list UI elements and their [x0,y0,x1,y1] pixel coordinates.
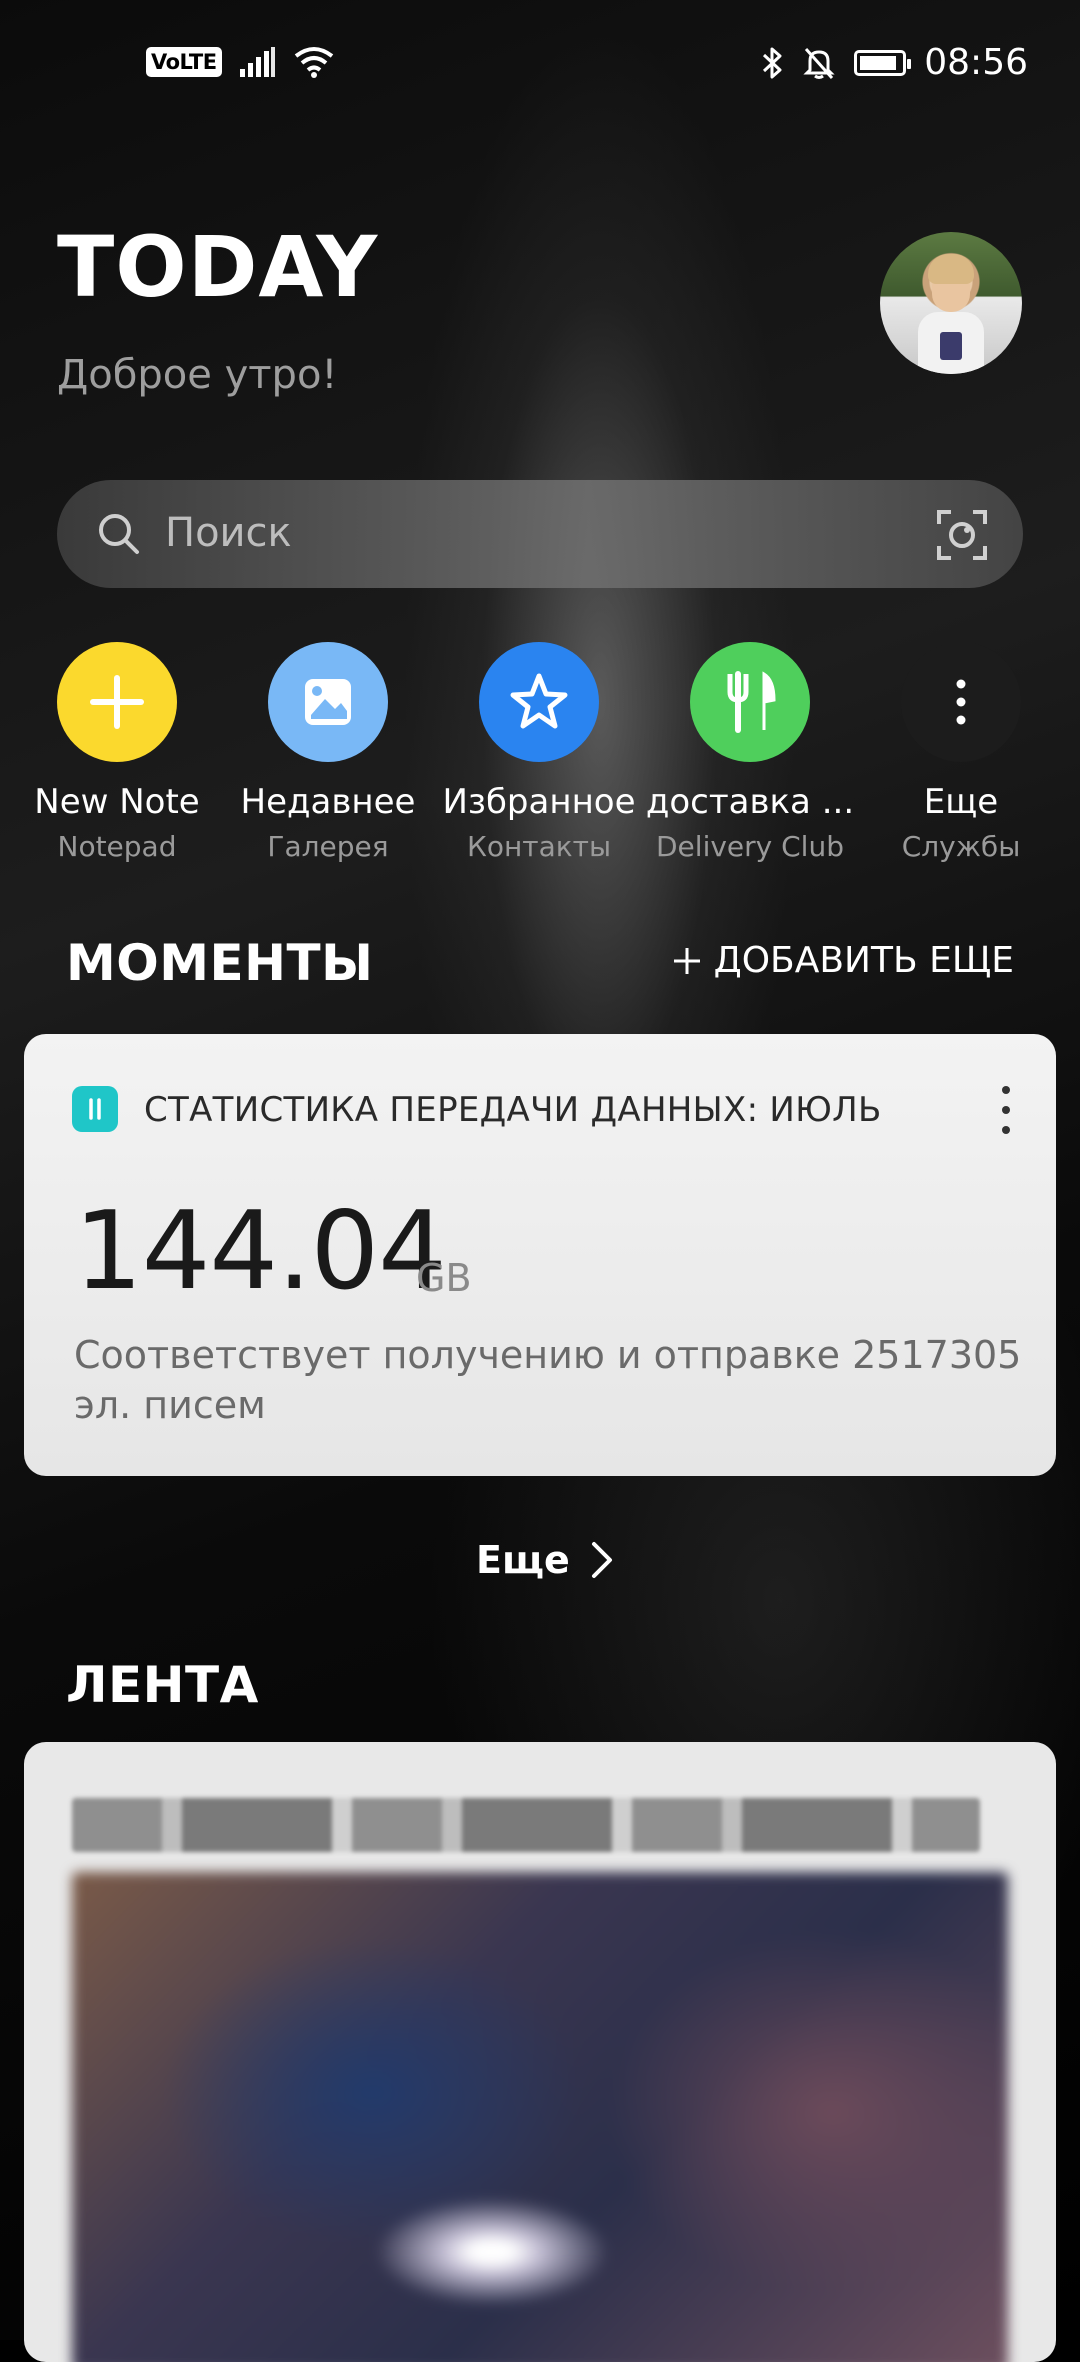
data-usage-card[interactable]: СТАТИСТИКА ПЕРЕДАЧИ ДАННЫХ: ИЮЛЬ 144.04 … [24,1034,1056,1476]
fork-knife-icon [727,671,776,733]
shortcut-sublabel: Галерея [267,830,389,863]
status-time: 08:56 [924,42,1028,83]
shortcut-new-note[interactable]: New Note Notepad [12,642,222,863]
gallery-icon [305,679,351,725]
search-bar[interactable]: Поиск [57,480,1023,588]
battery-fill [860,55,896,70]
battery-icon [854,49,912,76]
greeting-text: Доброе утро! [57,352,338,398]
avatar-hair [928,254,974,284]
data-usage-app-icon [72,1086,118,1132]
status-bar: VoLTE 08:56 [0,0,1080,130]
camera-scan-icon[interactable] [935,508,989,562]
page-title: TODAY [57,218,379,316]
chevron-right-icon [591,1542,612,1578]
arrows-up-down-icon [89,1098,101,1120]
feed-card[interactable] [24,1742,1056,2362]
status-bar-right: 08:56 [760,42,1028,83]
feed-image-blurred [72,1872,1008,2362]
shortcut-more-services[interactable]: Еще Службы [856,642,1066,863]
add-more-button[interactable]: ДОБАВИТЬ ЕЩЕ [672,940,1014,981]
shortcut-label: New Note [34,782,200,822]
bluetooth-icon [763,47,782,78]
moments-section-title: МОМЕНТЫ [66,934,374,992]
shortcut-sublabel: Notepad [57,830,177,863]
shortcut-icon-circle [57,642,177,762]
shortcut-delivery-club[interactable]: доставка ... Delivery Club [645,642,855,863]
shortcut-recent-gallery[interactable]: Недавнее Галерея [223,642,433,863]
more-moments-label: Еще [476,1538,570,1582]
shortcut-sublabel: Службы [901,830,1021,863]
plus-icon [90,675,144,729]
shortcut-label: Еще [923,782,999,822]
search-icon [99,514,139,554]
shortcut-sublabel: Контакты [466,830,612,863]
shortcut-label: Избранное [442,782,636,822]
star-icon [510,673,568,729]
shortcut-icon-circle [479,642,599,762]
shortcut-label: Недавнее [240,782,416,822]
more-vertical-icon [956,679,966,725]
avatar[interactable] [880,232,1022,374]
shortcut-sublabel: Delivery Club [656,830,844,863]
shortcut-label: доставка ... [645,782,855,822]
plus-icon [673,947,700,974]
more-vertical-icon[interactable] [996,1080,1016,1140]
add-more-label: ДОБАВИТЬ ЕЩЕ [713,940,1014,981]
signal-icon [239,47,275,77]
shortcut-icon-circle [690,642,810,762]
feed-headline-blurred [72,1798,980,1852]
data-usage-value: 144.04 [74,1189,447,1314]
bell-muted-icon [803,47,835,79]
feed-section-title: ЛЕНТА [66,1656,259,1714]
card-title: СТАТИСТИКА ПЕРЕДАЧИ ДАННЫХ: ИЮЛЬ [144,1090,882,1130]
more-moments-link[interactable]: Еще [476,1538,614,1582]
shortcut-icon-circle [901,642,1021,762]
shortcut-favorites-contacts[interactable]: Избранное Контакты [434,642,644,863]
avatar-phone [940,332,962,360]
data-usage-unit: GB [416,1256,472,1300]
search-placeholder: Поиск [165,510,292,556]
status-bar-left: VoLTE [146,46,334,78]
shortcut-icon-circle [268,642,388,762]
volte-badge: VoLTE [146,47,222,77]
wifi-icon [294,47,333,78]
data-usage-description: Соответствует получению и отправке 25173… [74,1333,1022,1427]
